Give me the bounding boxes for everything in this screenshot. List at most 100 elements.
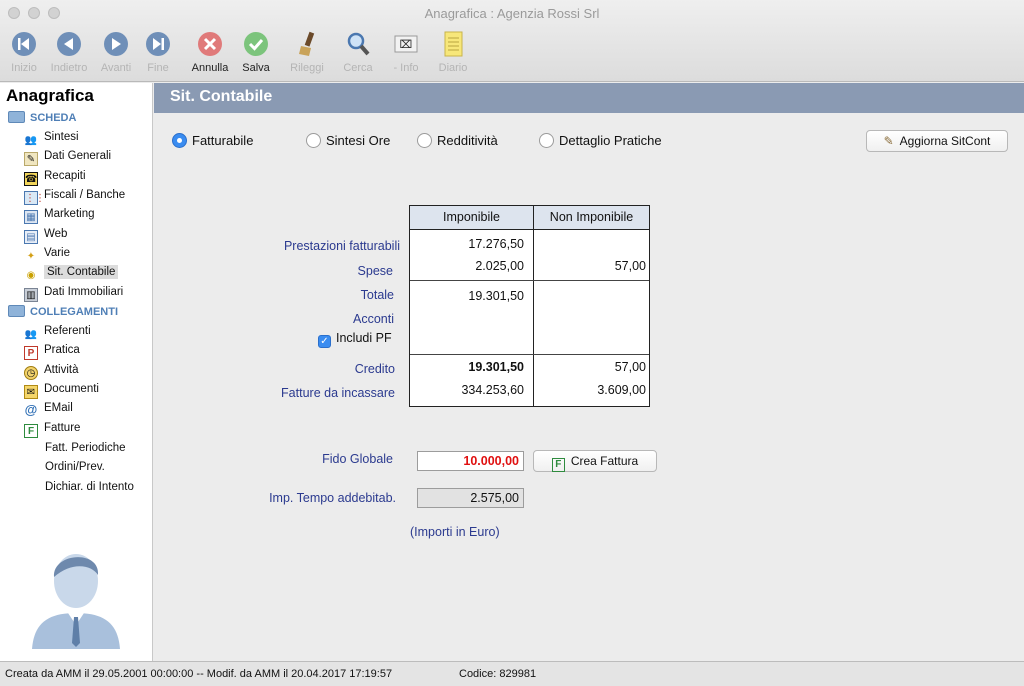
salva-button[interactable]: Salva	[228, 30, 284, 74]
fine-label: Fine	[147, 62, 169, 74]
totale-imp: 19.301,50	[468, 289, 524, 303]
sidebar-item-sit-contabile[interactable]: ◉ Sit. Contabile	[24, 263, 144, 281]
phone-icon: ☎	[24, 172, 38, 186]
radio-redditivita[interactable]: Redditività	[417, 132, 498, 150]
notepad-icon	[444, 31, 463, 57]
folder-icon	[8, 305, 25, 317]
section-collegamenti[interactable]: COLLEGAMENTI	[8, 305, 118, 321]
sidebar-sub-ordini-prev[interactable]: Ordini/Prev.	[45, 458, 105, 476]
invoice-f-icon: F	[24, 424, 38, 438]
radio-dot	[172, 133, 187, 148]
radio-dot	[539, 133, 554, 148]
folder-icon	[8, 111, 25, 123]
abacus-icon: ⋮⋮	[24, 191, 45, 205]
radio-label: Dettaglio Pratiche	[559, 133, 662, 148]
sidebar-item-marketing[interactable]: ▦ Marketing	[24, 205, 144, 224]
sidebar-item-referenti[interactable]: 👥 Referenti	[24, 322, 144, 340]
edit-icon: ✎	[24, 152, 38, 166]
includi-pf-label: Includi PF	[336, 331, 392, 345]
status-codice: Codice: 829981	[459, 668, 537, 680]
crea-fattura-button[interactable]: F Crea Fattura	[533, 450, 657, 472]
info-icon: ⌧	[394, 35, 418, 53]
sidebar-item-recapiti[interactable]: ☎ Recapiti	[24, 167, 144, 186]
fatture-imp: 334.253,60	[461, 383, 524, 397]
aggiorna-sitcont-button[interactable]: ✎ Aggiorna SitCont	[866, 130, 1008, 152]
sidebar-item-sintesi[interactable]: 👥 Sintesi	[24, 128, 144, 146]
invoice-f-icon: F	[551, 458, 565, 472]
fine-button[interactable]: Fine	[130, 30, 186, 74]
sidebar-item-varie[interactable]: ✦ Varie	[24, 244, 144, 262]
radio-fatturabile[interactable]: Fatturabile	[172, 132, 253, 150]
varie-shapes-icon: ✦	[26, 251, 36, 262]
includi-pf-checkbox[interactable]: ✓ Includi PF	[318, 331, 392, 348]
sidebar-item-label: EMail	[44, 402, 73, 414]
credito-nonimp: 57,00	[614, 360, 646, 374]
sidebar-item-attivita[interactable]: ◷ Attività	[24, 361, 144, 380]
marketing-grid-icon: ▦	[24, 210, 38, 224]
svg-text:⌧: ⌧	[400, 38, 413, 51]
section-collegamenti-label: COLLEGAMENTI	[30, 306, 118, 318]
radio-label: Sintesi Ore	[326, 133, 391, 148]
label-credito: Credito	[354, 362, 395, 376]
sidebar-sub-dichiar-intento[interactable]: Dichiar. di Intento	[45, 478, 134, 496]
sidebar-item-dati-immobiliari[interactable]: ▥ Dati Immobiliari	[24, 283, 144, 302]
sidebar-item-label: Web	[44, 228, 68, 240]
sidebar-item-label: Pratica	[44, 344, 80, 356]
rileggi-button[interactable]: Rileggi	[279, 30, 335, 74]
row-divider	[410, 354, 649, 355]
label-acconti: Acconti	[353, 312, 394, 326]
label-fido-globale: Fido Globale	[322, 452, 393, 466]
aggiorna-label: Aggiorna SitCont	[899, 134, 991, 148]
col-non-imponibile-header: Non Imponibile	[549, 210, 634, 224]
sidebar-sub-fatt-periodiche[interactable]: Fatt. Periodiche	[45, 439, 126, 457]
fatture-nonimp: 3.609,00	[597, 383, 646, 397]
sidebar-item-dati-generali[interactable]: ✎ Dati Generali	[24, 147, 144, 166]
sidebar-item-documenti[interactable]: ✉ Documenti	[24, 380, 144, 399]
first-record-icon	[12, 32, 36, 56]
envelope-icon: ✉	[24, 385, 38, 399]
salva-label: Salva	[242, 62, 270, 74]
next-icon	[104, 32, 128, 56]
user-avatar-icon	[32, 554, 120, 649]
label-spese: Spese	[357, 264, 393, 278]
spese-imp: 2.025,00	[475, 259, 524, 273]
status-bar: Creata da AMM il 29.05.2001 00:00:00 -- …	[0, 661, 1024, 686]
currency-note: (Importi in Euro)	[410, 525, 500, 539]
radio-dot	[306, 133, 321, 148]
radio-sintesi-ore[interactable]: Sintesi Ore	[306, 132, 390, 150]
sidebar-item-label: Fatture	[44, 422, 81, 434]
sidebar-title: Anagrafica	[6, 86, 94, 105]
spese-nonimp: 57,00	[614, 259, 646, 273]
sidebar-item-fatture[interactable]: F Fatture	[24, 419, 144, 438]
sidebar-item-label: Sintesi	[44, 131, 79, 143]
window-titlebar: Anagrafica : Agenzia Rossi Srl Inizio In…	[0, 0, 1024, 82]
section-header: Sit. Contabile	[154, 83, 1024, 113]
section-scheda[interactable]: SCHEDA	[8, 111, 76, 127]
sidebar-item-pratica[interactable]: P Pratica	[24, 341, 144, 360]
clock-icon: ◷	[24, 366, 38, 380]
sidebar-item-label: Fiscali / Banche	[44, 189, 126, 201]
window-title: Anagrafica : Agenzia Rossi Srl	[424, 6, 600, 21]
imp-tempo-field: 2.575,00	[417, 488, 524, 508]
row-divider	[410, 280, 649, 281]
broom-icon: ✎	[883, 134, 894, 148]
people-icon: 👥	[24, 135, 38, 146]
at-sign-icon: @	[24, 402, 38, 417]
sidebar-item-email[interactable]: @ EMail	[24, 399, 144, 417]
sidebar-item-web[interactable]: ▤ Web	[24, 225, 144, 244]
web-page-icon: ▤	[24, 230, 38, 244]
save-check-icon	[244, 32, 268, 56]
col-imponibile-header: Imponibile	[443, 210, 500, 224]
brush-icon	[299, 31, 315, 56]
column-divider	[533, 206, 534, 406]
rileggi-label: Rileggi	[290, 62, 324, 74]
fido-globale-field[interactable]: 10.000,00	[417, 451, 524, 471]
radio-label: Redditività	[437, 133, 498, 148]
sidebar-item-label: Dati Immobiliari	[44, 286, 124, 298]
sidebar-item-fiscali-banche[interactable]: ⋮⋮Fiscali / Banche	[24, 186, 144, 205]
accounting-table: Imponibile Non Imponibile 17.276,50 2.02…	[409, 205, 650, 407]
page-title: Sit. Contabile	[170, 88, 273, 105]
sidebar: Anagrafica SCHEDA 👥 Sintesi ✎ Dati General…	[0, 83, 153, 661]
radio-dettaglio-pratiche[interactable]: Dettaglio Pratiche	[539, 132, 662, 150]
diario-button[interactable]: Diario	[425, 30, 481, 74]
